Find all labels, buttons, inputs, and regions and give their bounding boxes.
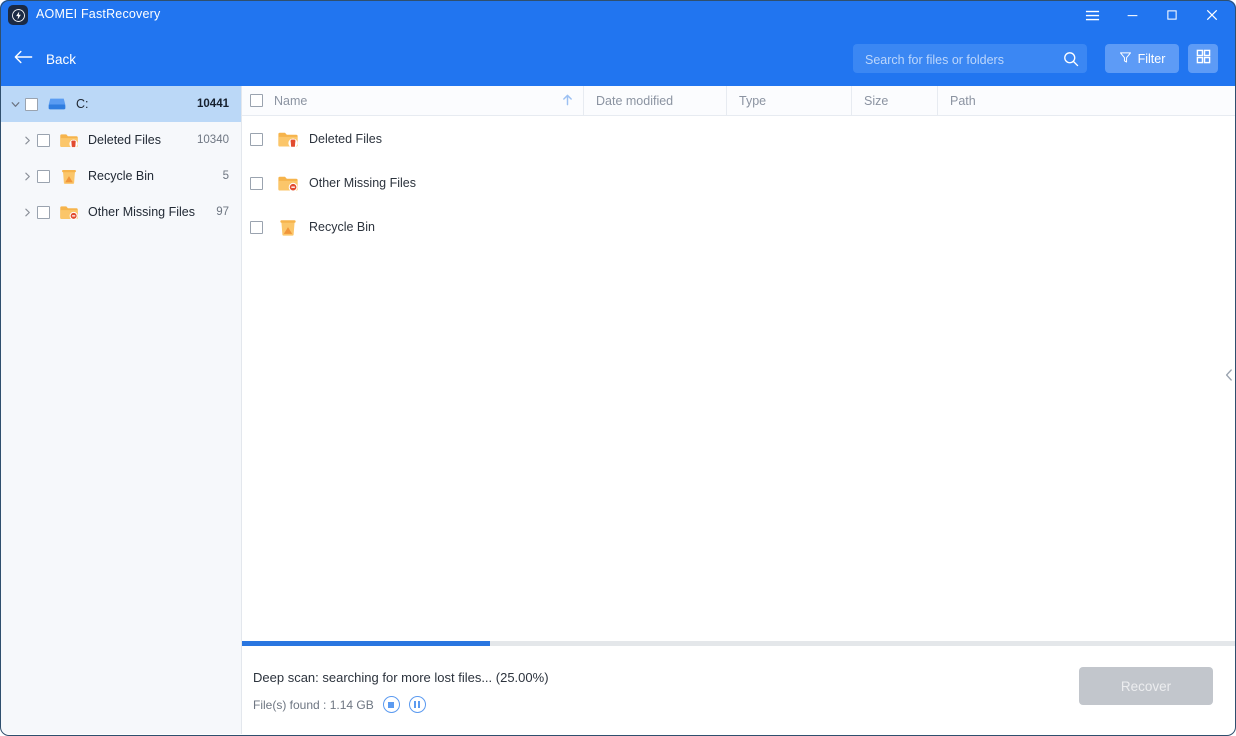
search-box[interactable] — [853, 44, 1087, 75]
application-window: AOMEI FastRecovery Back Search for files… — [0, 0, 1236, 736]
table-row[interactable]: Other Missing Files — [242, 161, 1235, 205]
column-header-date-modified-label: Date modified — [596, 93, 674, 108]
scan-progress-fill — [242, 641, 491, 646]
sidebar-item-count: 10441 — [197, 98, 229, 110]
grid-view-button[interactable] — [1188, 44, 1218, 73]
scan-status-message: Deep scan: searching for more lost files… — [253, 670, 549, 685]
minimize-icon[interactable] — [1112, 0, 1152, 30]
sidebar-item-label: Other Missing Files — [88, 205, 195, 219]
sidebar-item-recycle-bin[interactable]: Recycle Bin 5 — [1, 158, 241, 194]
search-input[interactable] — [863, 44, 1057, 75]
window-controls — [1072, 0, 1232, 30]
sidebar-checkbox-recycle-bin[interactable] — [37, 169, 50, 183]
search-icon[interactable] — [1061, 49, 1081, 69]
back-button[interactable]: Back — [14, 44, 76, 74]
row-checkbox[interactable] — [250, 132, 263, 146]
files-found-label: File(s) found : 1.14 GB — [253, 697, 374, 712]
drive-icon — [47, 95, 67, 113]
folder-missing-icon — [277, 173, 299, 193]
folder-recyclebin-icon — [59, 167, 79, 185]
file-name-label: Recycle Bin — [309, 220, 375, 234]
folder-deleted-icon — [277, 129, 299, 149]
sidebar-item-c-drive[interactable]: C: 10441 — [1, 86, 241, 122]
stop-circle-icon[interactable] — [382, 696, 400, 713]
chevron-right-icon[interactable] — [17, 136, 37, 145]
filter-button[interactable]: Filter — [1105, 44, 1179, 73]
grid-view-icon — [1196, 49, 1211, 69]
sidebar-checkbox-c-drive[interactable] — [25, 97, 38, 111]
arrow-left-icon — [14, 49, 34, 70]
column-header-date-modified[interactable]: Date modified — [583, 86, 726, 116]
sidebar-tree[interactable]: C: 10441 Deleted Files 10340 Recycle Bin… — [1, 86, 242, 734]
chevron-right-icon[interactable] — [17, 172, 37, 181]
status-bar: Deep scan: searching for more lost files… — [242, 641, 1235, 734]
sidebar-item-count: 97 — [216, 206, 229, 218]
sidebar-item-label: Recycle Bin — [88, 169, 154, 183]
folder-deleted-icon — [59, 131, 79, 149]
close-icon[interactable] — [1192, 0, 1232, 30]
header-bar: AOMEI FastRecovery Back Search for files… — [0, 0, 1236, 86]
column-header-size-label: Size — [864, 93, 889, 108]
chevron-left-icon[interactable] — [1223, 360, 1235, 390]
column-header-name[interactable]: Name — [242, 86, 583, 116]
app-title: AOMEI FastRecovery — [36, 7, 161, 21]
column-header-path-label: Path — [950, 93, 976, 108]
lightning-bolt-icon — [8, 5, 28, 25]
file-list-header: Name Date modified Type Size Path — [242, 86, 1235, 116]
sidebar-item-label: Deleted Files — [88, 133, 161, 147]
row-checkbox[interactable] — [250, 176, 263, 190]
column-header-type[interactable]: Type — [726, 86, 851, 116]
table-row[interactable]: Recycle Bin — [242, 205, 1235, 249]
file-name-label: Deleted Files — [309, 132, 382, 146]
maximize-icon[interactable] — [1152, 0, 1192, 30]
pause-circle-icon[interactable] — [408, 696, 426, 713]
recover-button[interactable]: Recover — [1079, 667, 1213, 705]
file-name-label: Other Missing Files — [309, 176, 416, 190]
chevron-right-icon[interactable] — [17, 208, 37, 217]
sidebar-item-deleted-files[interactable]: Deleted Files 10340 — [1, 122, 241, 158]
file-list-body: Deleted Files Other Missing Files Recycl… — [242, 117, 1235, 644]
recover-label: Recover — [1120, 678, 1172, 694]
column-header-size[interactable]: Size — [851, 86, 937, 116]
scan-status-controls: File(s) found : 1.14 GB — [253, 696, 426, 713]
row-checkbox[interactable] — [250, 220, 263, 234]
sidebar-checkbox-other-missing-files[interactable] — [37, 205, 50, 219]
sidebar-item-label: C: — [76, 97, 89, 111]
scan-progress-bar — [242, 641, 1235, 646]
back-label: Back — [46, 51, 77, 67]
sidebar-item-count: 10340 — [197, 134, 229, 146]
filter-label: Filter — [1137, 51, 1166, 66]
funnel-icon — [1119, 51, 1132, 67]
select-all-checkbox[interactable] — [250, 94, 263, 107]
chevron-down-icon[interactable] — [5, 100, 25, 109]
sidebar-checkbox-deleted-files[interactable] — [37, 133, 50, 147]
hamburger-menu-icon[interactable] — [1072, 0, 1112, 30]
title-bar[interactable]: AOMEI FastRecovery — [0, 0, 1236, 30]
column-header-path[interactable]: Path — [937, 86, 1222, 116]
folder-recyclebin-icon — [277, 217, 299, 237]
column-header-name-label: Name — [274, 93, 308, 108]
sidebar-item-count: 5 — [222, 170, 229, 182]
file-list-panel: Name Date modified Type Size Path Delete… — [242, 86, 1235, 734]
sidebar-item-other-missing-files[interactable]: Other Missing Files 97 — [1, 194, 241, 230]
column-header-type-label: Type — [739, 93, 767, 108]
folder-missing-icon — [59, 203, 79, 221]
table-row[interactable]: Deleted Files — [242, 117, 1235, 161]
arrow-up-icon[interactable] — [562, 94, 573, 108]
